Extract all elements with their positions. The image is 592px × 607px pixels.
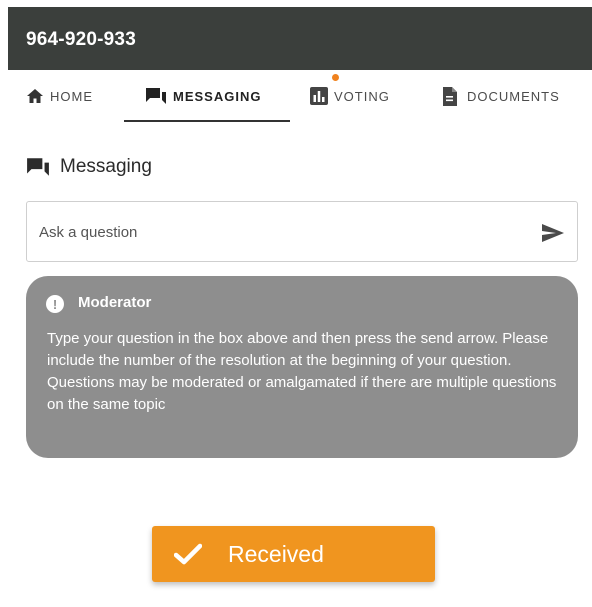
tab-documents[interactable]: DOCUMENTS xyxy=(442,70,560,122)
chat-icon xyxy=(145,87,167,105)
tab-messaging[interactable]: MESSAGING xyxy=(145,70,261,122)
messaging-title: Messaging xyxy=(60,156,152,177)
moderator-message: Type your question in the box above and … xyxy=(47,330,557,413)
active-tab-underline xyxy=(124,120,290,122)
toast-label: Received xyxy=(228,540,324,567)
tab-bar: HOME MESSAGING VOTING DOCUMENTS xyxy=(8,70,592,122)
tab-messaging-label: MESSAGING xyxy=(173,88,262,104)
tab-documents-label: DOCUMENTS xyxy=(467,88,560,104)
tab-voting[interactable]: VOTING xyxy=(310,70,390,122)
tab-home[interactable]: HOME xyxy=(26,70,93,122)
moderator-header: ! Moderator xyxy=(46,292,151,313)
send-icon xyxy=(541,223,565,243)
received-toast: Received xyxy=(152,526,435,582)
check-icon xyxy=(174,543,202,565)
chat-icon xyxy=(26,157,50,177)
home-icon xyxy=(26,88,44,104)
meeting-id: 964-920-933 xyxy=(26,29,136,50)
question-box xyxy=(26,201,578,262)
document-icon xyxy=(442,86,457,106)
voting-notification-dot xyxy=(332,74,339,81)
top-bar: 964-920-933 xyxy=(8,7,592,70)
messaging-section-title: Messaging xyxy=(26,156,152,178)
alert-icon: ! xyxy=(46,295,64,313)
question-input[interactable] xyxy=(39,219,519,245)
send-button[interactable] xyxy=(539,221,567,245)
moderator-name: Moderator xyxy=(78,294,152,311)
tab-voting-label: VOTING xyxy=(334,88,390,104)
moderator-message-card: ! Moderator Type your question in the bo… xyxy=(26,276,578,458)
main-panel: HOME MESSAGING VOTING DOCUMENTS Messagin… xyxy=(8,70,592,607)
bar-chart-icon xyxy=(310,87,328,105)
tab-home-label: HOME xyxy=(50,88,93,104)
